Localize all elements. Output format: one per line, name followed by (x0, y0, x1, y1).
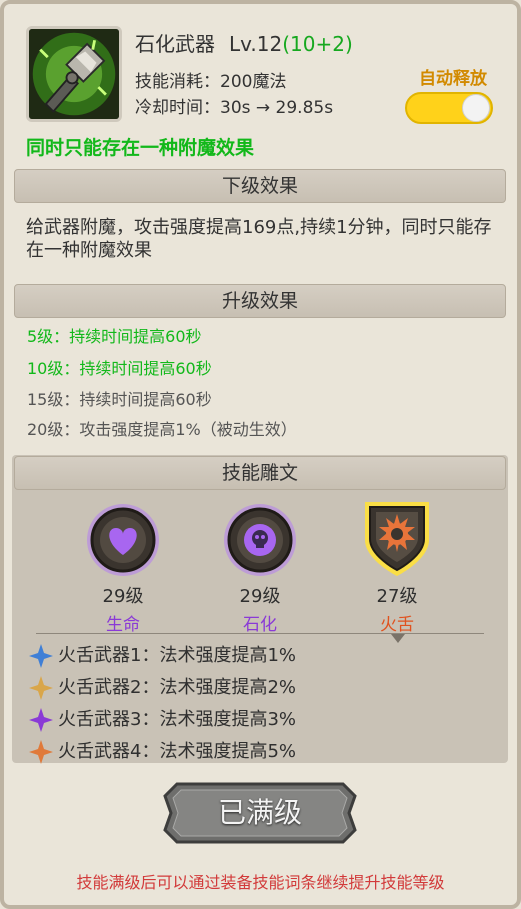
upgrade-header: 升级效果 (14, 284, 506, 318)
enchant-limit-note: 同时只能存在一种附魔效果 (26, 137, 255, 159)
blue-star-icon (29, 644, 53, 668)
carving-effect: 火舌武器2：法术强度提高2% (28, 674, 296, 702)
skill-title: 石化武器 Lv.12(10+2) (135, 28, 353, 57)
upgrade-item: 10级：持续时间提高60秒 (27, 359, 212, 378)
next-level-header: 下级效果 (14, 169, 506, 203)
max-level-button[interactable]: 已满级 (163, 782, 357, 844)
rune-life[interactable]: 29级 生命 (83, 500, 163, 635)
gold-star-icon (29, 676, 53, 700)
carving-divider (36, 633, 484, 634)
rune-petrify[interactable]: 29级 石化 (220, 500, 300, 635)
carving-header: 技能雕文 (14, 456, 506, 490)
rune-level: 29级 (239, 586, 281, 607)
skill-level-bonus: (10+2) (282, 32, 353, 56)
toggle-knob (462, 94, 490, 122)
auto-cast-toggle[interactable] (405, 92, 493, 124)
purple-star-icon (29, 708, 53, 732)
auto-cast-label: 自动释放 (419, 69, 487, 89)
skill-level: Lv.12 (229, 32, 283, 56)
petrify-weapon-skill-icon (26, 26, 122, 122)
carving-effect: 火舌武器3：法术强度提高3% (28, 706, 296, 734)
rune-name: 生命 (106, 615, 140, 635)
carving-effect: 火舌武器4：法术强度提高5% (28, 738, 296, 766)
upgrade-item: 5级：持续时间提高60秒 (27, 327, 202, 346)
rune-level: 29级 (102, 586, 144, 607)
fire-rune-icon (357, 494, 437, 580)
upgrade-item: 20级：攻击强度提高1%（被动生效） (27, 420, 297, 439)
skill-cooldown: 冷却时间：30s → 29.85s (135, 98, 334, 118)
selected-rune-pointer (391, 634, 405, 643)
heart-rune-icon (83, 500, 163, 580)
rune-name: 火舌 (380, 615, 414, 635)
rune-level: 27级 (376, 586, 418, 607)
skill-name: 石化武器 (135, 32, 215, 56)
carving-effect: 火舌武器1：法术强度提高1% (28, 642, 296, 670)
max-level-hint: 技能满级后可以通过装备技能词条继续提升技能等级 (76, 873, 445, 892)
skill-cost: 技能消耗：200魔法 (135, 72, 287, 92)
upgrade-item: 15级：持续时间提高60秒 (27, 390, 212, 409)
next-level-description: 给武器附魔，攻击强度提高169点,持续1分钟，同时只能存在一种附魔效果 (26, 217, 492, 261)
rune-name: 石化 (243, 615, 277, 635)
orange-star-icon (29, 740, 53, 764)
skull-rune-icon (220, 500, 300, 580)
rune-fire-tongue[interactable]: 27级 火舌 (357, 494, 437, 635)
